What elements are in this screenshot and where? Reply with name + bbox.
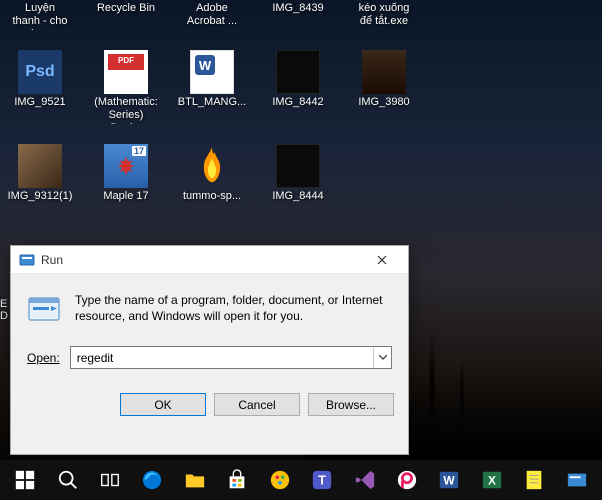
taskbar-teams[interactable]: T (301, 460, 343, 500)
ok-button[interactable]: OK (120, 393, 206, 416)
taskbar-start[interactable] (4, 460, 46, 500)
open-label: Open: (27, 351, 60, 365)
desktop-icon-label: IMG_9312(1) (8, 190, 73, 203)
task-view-icon (99, 469, 121, 491)
desktop-icon-label: Maple 17 (103, 190, 148, 203)
word-icon: W (438, 469, 460, 491)
desktop-icon[interactable]: IMG_8442 (268, 50, 328, 124)
desktop-icon-label: tummo-sp... (183, 190, 241, 203)
fire-icon (190, 144, 234, 188)
taskbar-search[interactable] (46, 460, 88, 500)
teams-icon: T (311, 469, 333, 491)
desktop-icon[interactable]: kéo xuống để tắt.exe (354, 0, 414, 30)
taskbar-picsart[interactable] (386, 460, 428, 500)
folder-icon (184, 469, 206, 491)
run-title-icon (19, 252, 35, 268)
photo-icon (18, 144, 62, 188)
notes-icon (523, 469, 545, 491)
pdf-icon (104, 50, 148, 94)
maple-icon: 17 (104, 144, 148, 188)
chevron-down-icon (379, 355, 387, 360)
desktop-icon-label: IMG_8439 (272, 2, 323, 15)
desktop-icon[interactable]: IMG_8444 (268, 144, 328, 203)
excel-icon: X (481, 469, 503, 491)
taskbar-task-view[interactable] (89, 460, 131, 500)
run-title: Run (41, 253, 362, 267)
taskbar-store[interactable] (216, 460, 258, 500)
occluded-icon: ED (0, 298, 10, 358)
desktop-icon[interactable]: 17 Maple 17 (96, 144, 156, 203)
browse-button[interactable]: Browse... (308, 393, 394, 416)
svg-text:T: T (318, 473, 326, 488)
taskbar-visual-studio[interactable] (343, 460, 385, 500)
run-titlebar: Run (11, 246, 408, 274)
cancel-button[interactable]: Cancel (214, 393, 300, 416)
brown-icon (362, 50, 406, 94)
docx-icon (190, 50, 234, 94)
taskbar-notes[interactable] (513, 460, 555, 500)
desktop-icon[interactable]: BTL_MANG... (182, 50, 242, 124)
start-icon (14, 469, 36, 491)
desktop-icon-label: Luyện thanh - cho gion... (10, 2, 70, 30)
run-dialog: Run Type the name of a program, folder, … (10, 245, 409, 455)
run-button-row: OK Cancel Browse... (11, 381, 408, 428)
desktop-icon[interactable]: IMG_3980 (354, 50, 414, 124)
search-icon (57, 469, 79, 491)
run-icon (566, 469, 588, 491)
desktop-icon[interactable]: (Mathematic: Series) Davi... (96, 50, 156, 124)
desktop-icon[interactable]: Psd IMG_9521 (10, 50, 70, 124)
open-dropdown-button[interactable] (373, 347, 391, 368)
open-input[interactable] (70, 346, 392, 369)
desktop-icon-label: Recycle Bin (97, 2, 155, 15)
taskbar-paint[interactable] (259, 460, 301, 500)
taskbar-word[interactable]: W (428, 460, 470, 500)
desktop-icon-label: IMG_9521 (14, 96, 65, 109)
svg-text:X: X (488, 474, 496, 488)
desktop-icon[interactable]: Luyện thanh - cho gion... (10, 0, 70, 30)
close-button[interactable] (362, 247, 402, 273)
store-icon (226, 469, 248, 491)
close-icon (377, 255, 387, 265)
run-description: Type the name of a program, folder, docu… (75, 292, 392, 324)
desktop-icon-label: (Mathematic: Series) Davi... (94, 96, 158, 124)
picsart-icon (396, 469, 418, 491)
desktop-icon-label: IMG_3980 (358, 96, 409, 109)
desktop-icon-label: BTL_MANG... (178, 96, 246, 109)
desktop-icon[interactable]: tummo-sp... (182, 144, 242, 203)
desktop-icon[interactable]: IMG_9312(1) (10, 144, 70, 203)
svg-text:W: W (444, 474, 456, 488)
desktop-icon-label: IMG_8444 (272, 190, 323, 203)
psd-icon: Psd (18, 50, 62, 94)
dark-icon (276, 144, 320, 188)
desktop-icon-label: Adobe Acrobat ... (182, 2, 242, 28)
run-app-icon (27, 292, 61, 326)
visual-studio-icon (354, 469, 376, 491)
desktop-icon[interactable]: Recycle Bin (96, 0, 156, 30)
run-body: Type the name of a program, folder, docu… (11, 274, 408, 381)
desktop-icon-label: IMG_8442 (272, 96, 323, 109)
desktop-icon-label: kéo xuống để tắt.exe (354, 2, 414, 28)
taskbar: TWX (0, 460, 602, 500)
paint-icon (269, 469, 291, 491)
desktop-icon[interactable]: IMG_8439 (268, 0, 328, 30)
taskbar-folder[interactable] (174, 460, 216, 500)
taskbar-edge[interactable] (131, 460, 173, 500)
desktop-icon[interactable]: Adobe Acrobat ... (182, 0, 242, 30)
dark-icon (276, 50, 320, 94)
taskbar-run[interactable] (555, 460, 597, 500)
edge-icon (141, 469, 163, 491)
taskbar-excel[interactable]: X (471, 460, 513, 500)
